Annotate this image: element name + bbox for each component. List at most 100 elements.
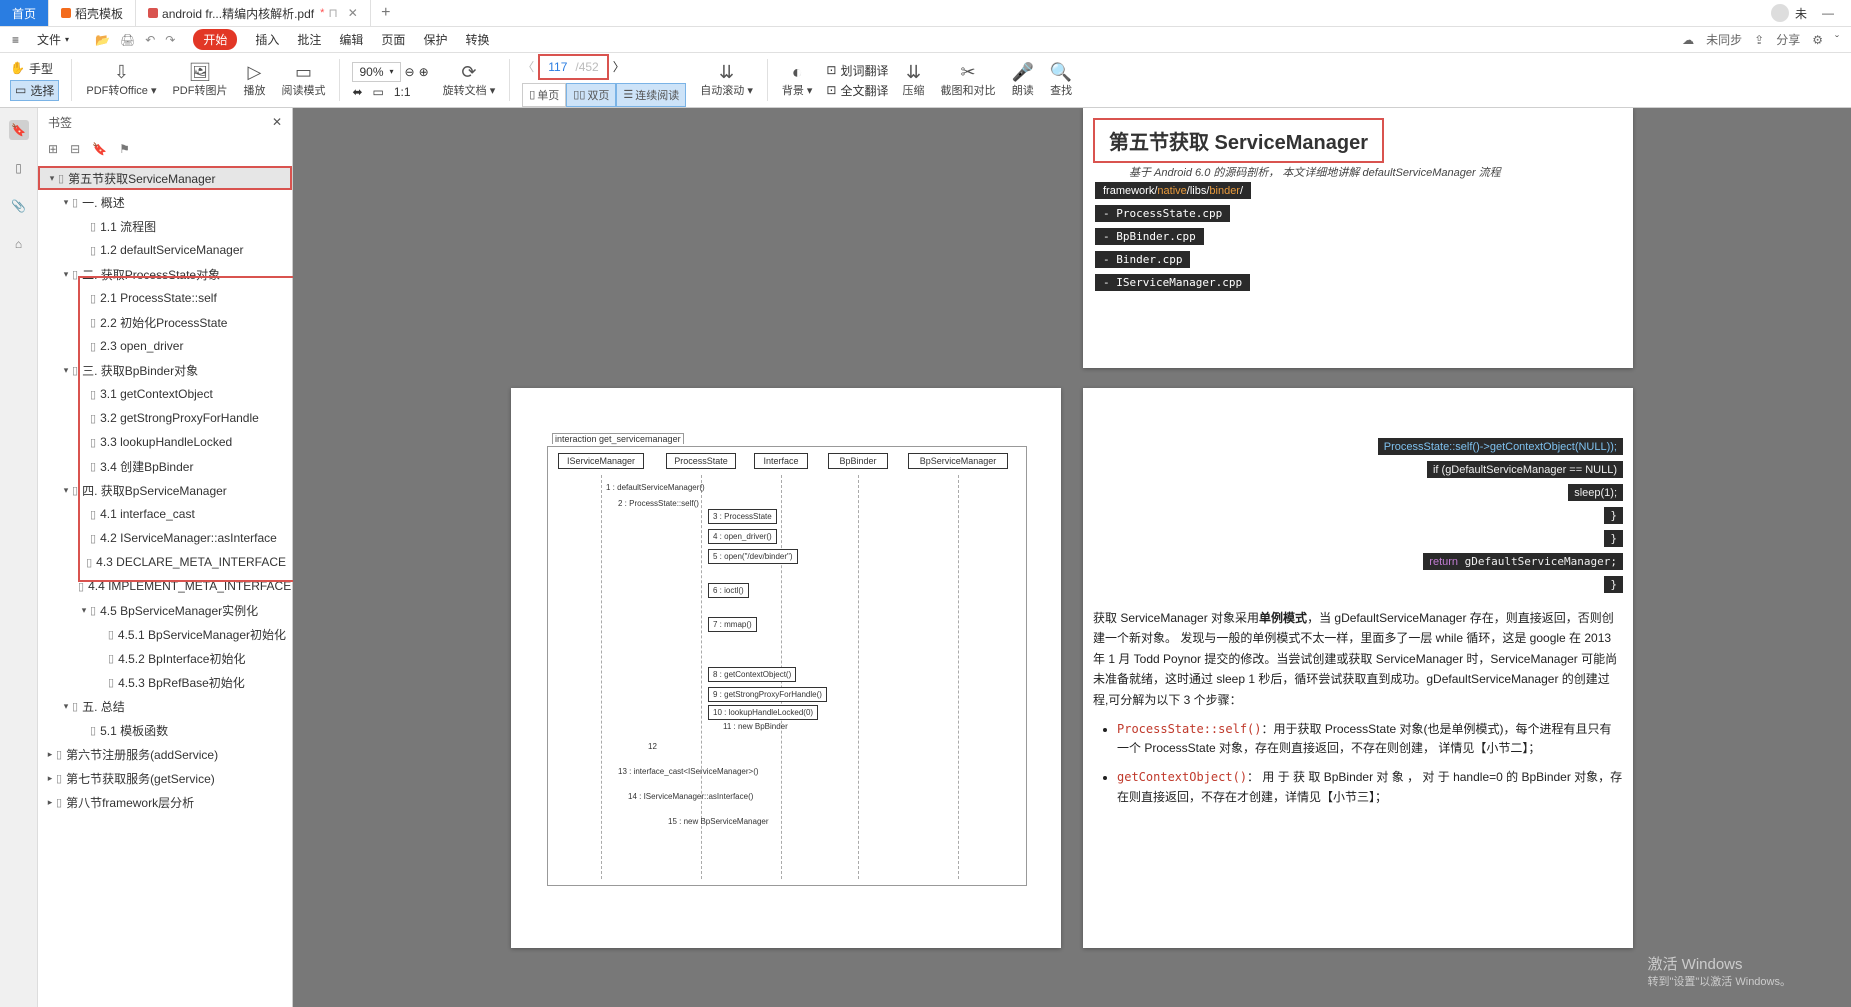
share-label[interactable]: 分享 <box>1776 31 1800 48</box>
bookmark-item[interactable]: ▯5.1 模板函数 <box>38 718 292 742</box>
bookmark-item[interactable]: ▾▯二. 获取ProcessState对象 <box>38 262 292 286</box>
fit-page-icon[interactable]: ▭ <box>373 85 384 99</box>
read-aloud[interactable]: 🎤朗读 <box>1006 53 1040 107</box>
close-tab-icon[interactable]: ✕ <box>348 6 358 20</box>
bookmark-item[interactable]: ▾▯三. 获取BpBinder对象 <box>38 358 292 382</box>
bookmark-item[interactable]: ▾▯4.5 BpServiceManager实例化 <box>38 598 292 622</box>
page-input[interactable]: 117 /452 <box>538 54 609 80</box>
bookmark-item[interactable]: ▯3.2 getStrongProxyForHandle <box>38 406 292 430</box>
zoom-select[interactable]: 90%▾ <box>352 62 400 82</box>
menu-start[interactable]: 开始 <box>193 29 237 50</box>
close-panel-icon[interactable]: ✕ <box>272 115 282 129</box>
bookmark-item[interactable]: ▯3.1 getContextObject <box>38 382 292 406</box>
full-translate[interactable]: ⊡全文翻译 <box>826 82 888 99</box>
redo-icon[interactable]: ↷ <box>165 33 175 47</box>
bookmark-item[interactable]: ▯3.3 lookupHandleLocked <box>38 430 292 454</box>
actual-size-icon[interactable]: 1:1 <box>394 85 411 99</box>
zoom-out-icon[interactable]: ⊖ <box>405 65 415 79</box>
bookmark-item[interactable]: ▸▯第六节注册服务(addService) <box>38 742 292 766</box>
bookmark-item[interactable]: ▸▯第七节获取服务(getService) <box>38 766 292 790</box>
ribbon-toolbar: ✋手型 ▭选择 ⇩PDF转Office ▾ 🖼PDF转图片 ▷播放 ▭阅读模式 … <box>0 53 1851 108</box>
view-continuous[interactable]: ☰ 连续阅读 <box>616 83 686 107</box>
security-panel-icon[interactable]: ⌂ <box>9 234 29 254</box>
page-117: 第五节获取 ServiceManager 基于 Android 6.0 的源码剖… <box>1083 108 1633 368</box>
tab-home[interactable]: 首页 <box>0 0 49 26</box>
auto-scroll[interactable]: ⇊自动滚动 ▾ <box>694 53 759 107</box>
print-icon[interactable]: 🖨 <box>120 33 135 47</box>
view-double[interactable]: ▯▯ 双页 <box>566 83 616 107</box>
bookmark-item[interactable]: ▾▯四. 获取BpServiceManager <box>38 478 292 502</box>
selection-translate[interactable]: ⊡划词翻译 <box>826 62 888 79</box>
bookmark-item[interactable]: ▯4.1 interface_cast <box>38 502 292 526</box>
next-page-icon[interactable]: 〉 <box>613 58 625 75</box>
bookmark-item[interactable]: ▸▯第八节framework层分析 <box>38 790 292 814</box>
menu-file[interactable]: 文件▾ <box>37 31 69 48</box>
collapse-all-icon[interactable]: ⊟ <box>70 142 80 156</box>
zoom-in-icon[interactable]: ⊕ <box>419 65 429 79</box>
undo-icon[interactable]: ↶ <box>145 33 155 47</box>
play-button[interactable]: ▷播放 <box>237 53 271 107</box>
bookmark-ribbon-icon[interactable]: ⚑ <box>119 142 130 156</box>
bookmark-item[interactable]: ▯4.2 IServiceManager::asInterface <box>38 526 292 550</box>
menu-edit[interactable]: 编辑 <box>339 31 363 48</box>
tab-label: 稻壳模板 <box>75 5 123 22</box>
bookmark-item[interactable]: ▾▯一. 概述 <box>38 190 292 214</box>
menu-insert[interactable]: 插入 <box>255 31 279 48</box>
user-avatar[interactable] <box>1771 4 1789 22</box>
bookmark-item[interactable]: ▯1.2 defaultServiceManager <box>38 238 292 262</box>
title-bar: 首页 稻壳模板 android fr...精编内核解析.pdf * ⊓ ✕ + … <box>0 0 1851 27</box>
seq-msg: 8 : getContextObject() <box>708 667 796 682</box>
view-single[interactable]: ▯ 单页 <box>522 83 566 107</box>
menu-page[interactable]: 页面 <box>381 31 405 48</box>
bookmark-item[interactable]: ▯1.1 流程图 <box>38 214 292 238</box>
tab-active-doc[interactable]: android fr...精编内核解析.pdf * ⊓ ✕ <box>136 0 371 26</box>
attachment-panel-icon[interactable]: 📎 <box>9 196 29 216</box>
bookmark-item[interactable]: ▯4.5.2 BpInterface初始化 <box>38 646 292 670</box>
code-path-block: framework/native/libs/binder/ - ProcessS… <box>1095 182 1251 291</box>
bookmark-item[interactable]: ▯4.4 IMPLEMENT_META_INTERFACE <box>38 574 292 598</box>
bookmark-item[interactable]: ▯4.3 DECLARE_META_INTERFACE <box>38 550 292 574</box>
compress[interactable]: ⇊压缩 <box>897 53 931 107</box>
menu-annotate[interactable]: 批注 <box>297 31 321 48</box>
bookmark-item[interactable]: ▯4.5.1 BpServiceManager初始化 <box>38 622 292 646</box>
share-icon[interactable]: ⇪ <box>1754 33 1764 47</box>
pdf-to-image[interactable]: 🖼PDF转图片 <box>166 53 233 107</box>
bookmark-item[interactable]: ▾▯第五节获取ServiceManager <box>38 166 292 190</box>
settings-icon[interactable]: ⚙ <box>1812 33 1823 47</box>
screenshot-compare[interactable]: ✂截图和对比 <box>935 53 1002 107</box>
menu-protect[interactable]: 保护 <box>423 31 447 48</box>
document-viewport[interactable]: 第五节获取 ServiceManager 基于 Android 6.0 的源码剖… <box>293 108 1851 1007</box>
menu-convert[interactable]: 转换 <box>465 31 489 48</box>
bookmark-item[interactable]: ▯2.2 初始化ProcessState <box>38 310 292 334</box>
find[interactable]: 🔍查找 <box>1044 53 1078 107</box>
tool-hand[interactable]: ✋手型 <box>10 60 59 77</box>
window-minimize-icon[interactable]: — <box>1813 6 1843 20</box>
pin-icon[interactable]: ⊓ <box>328 6 337 20</box>
bookmark-item[interactable]: ▯3.4 创建BpBinder <box>38 454 292 478</box>
cloud-icon[interactable]: ☁ <box>1682 33 1694 47</box>
bookmark-item[interactable]: ▯2.1 ProcessState::self <box>38 286 292 310</box>
thumbnail-panel-icon[interactable]: ▯ <box>9 158 29 178</box>
tab-template[interactable]: 稻壳模板 <box>49 0 136 26</box>
bookmark-panel-icon[interactable]: 🔖 <box>9 120 29 140</box>
menu-hamburger-icon[interactable]: ≡ <box>12 33 19 47</box>
rotate-doc[interactable]: ⟳旋转文档 ▾ <box>437 53 502 107</box>
expand-all-icon[interactable]: ⊞ <box>48 142 58 156</box>
read-mode[interactable]: ▭阅读模式 <box>275 53 331 107</box>
page-119: ProcessState::self()->getContextObject(N… <box>1083 388 1633 948</box>
collapse-icon[interactable]: ˇ <box>1835 33 1839 47</box>
bookmark-item[interactable]: ▾▯五. 总结 <box>38 694 292 718</box>
tool-select[interactable]: ▭选择 <box>10 80 59 101</box>
pdf-to-office[interactable]: ⇩PDF转Office ▾ <box>80 53 162 107</box>
seq-msg: 9 : getStrongProxyForHandle() <box>708 687 827 702</box>
sync-label[interactable]: 未同步 <box>1706 31 1742 48</box>
add-bookmark-icon[interactable]: 🔖 <box>92 142 107 156</box>
new-tab-button[interactable]: + <box>371 0 401 26</box>
bookmark-item[interactable]: ▯4.5.3 BpRefBase初始化 <box>38 670 292 694</box>
prev-page-icon[interactable]: 〈 <box>522 58 534 75</box>
current-page[interactable]: 117 <box>540 60 575 74</box>
bookmark-item[interactable]: ▯2.3 open_driver <box>38 334 292 358</box>
background[interactable]: ◐背景 ▾ <box>776 53 819 107</box>
open-icon[interactable]: 📂 <box>95 33 110 47</box>
fit-width-icon[interactable]: ⬌ <box>352 85 362 99</box>
